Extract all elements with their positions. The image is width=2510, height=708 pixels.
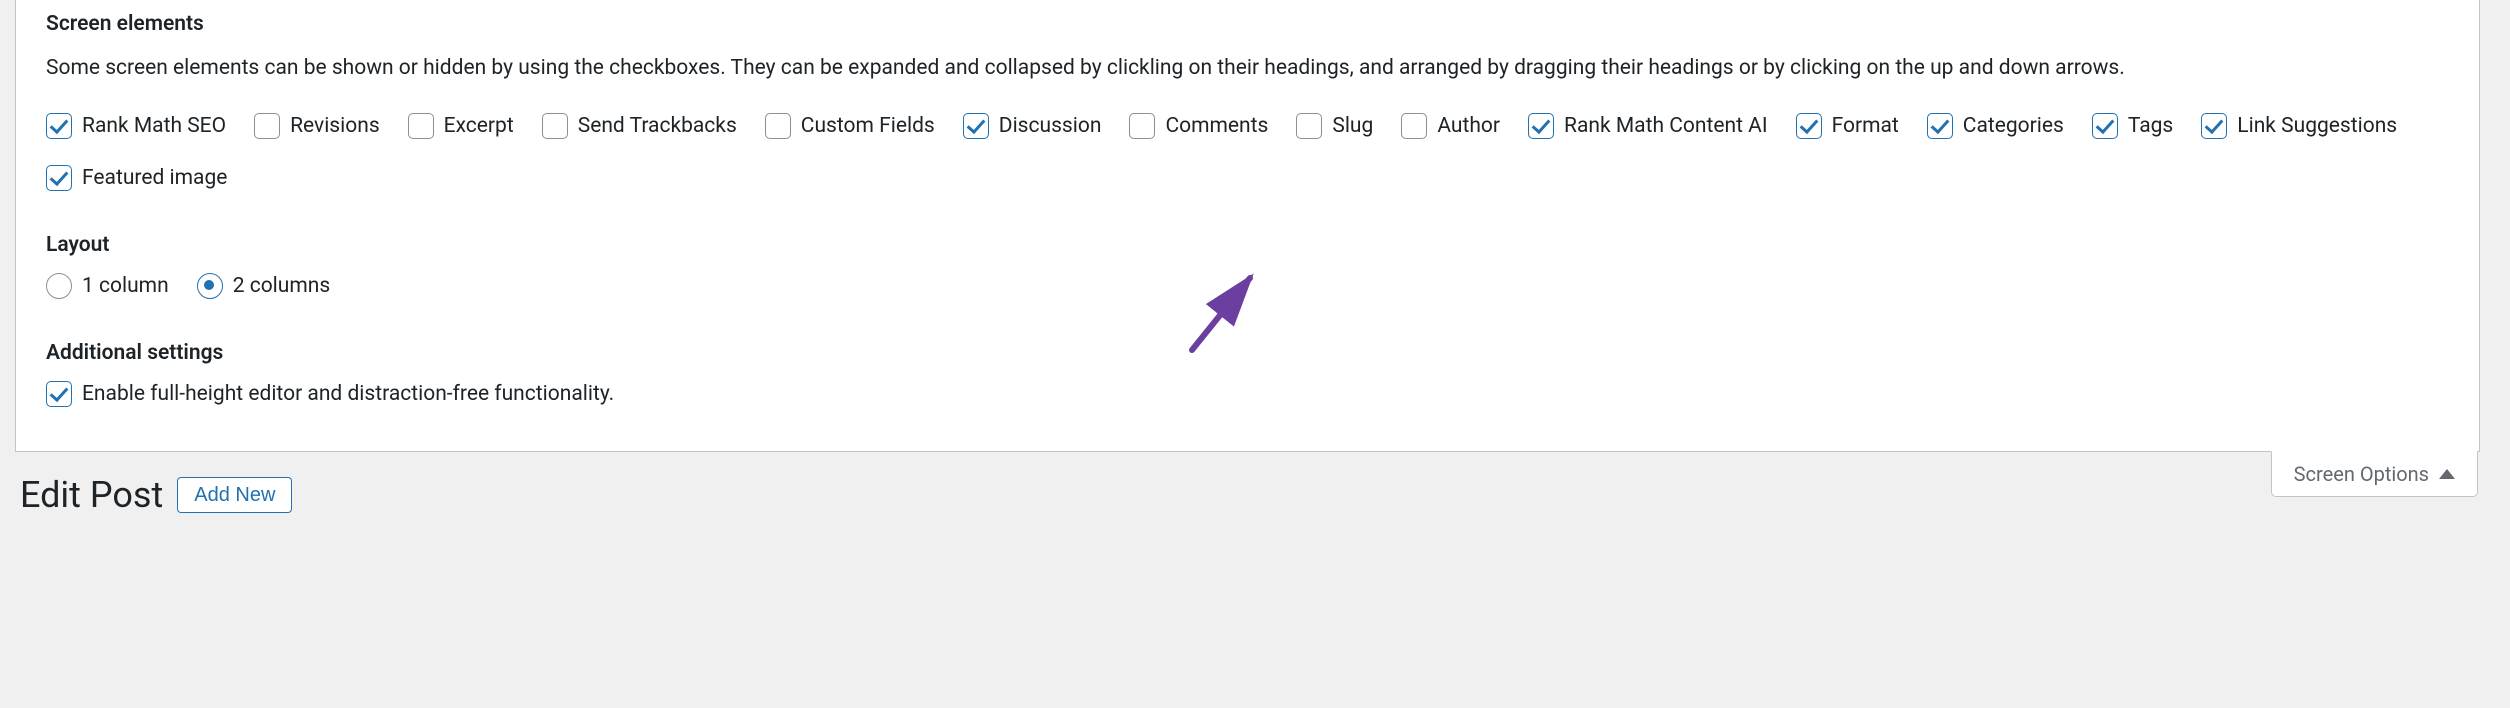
rank-math-seo-checkbox[interactable] <box>46 113 72 139</box>
checkbox-option-comments[interactable]: Comments <box>1129 113 1268 139</box>
discussion-checkbox[interactable] <box>963 113 989 139</box>
checkbox-option-revisions[interactable]: Revisions <box>254 113 380 139</box>
layout-option-1-column[interactable]: 1 column <box>46 273 169 299</box>
comments-checkbox[interactable] <box>1129 113 1155 139</box>
checkbox-label: Comments <box>1165 114 1268 138</box>
checkbox-label: Categories <box>1963 114 2064 138</box>
additional-settings-heading: Additional settings <box>46 313 2449 381</box>
checkbox-option-rank-math-seo[interactable]: Rank Math SEO <box>46 113 226 139</box>
rank-math-content-ai-checkbox[interactable] <box>1528 113 1554 139</box>
layout-option-2-column[interactable]: 2 columns <box>197 273 331 299</box>
author-checkbox[interactable] <box>1401 113 1427 139</box>
checkbox-option-slug[interactable]: Slug <box>1296 113 1373 139</box>
checkbox-label: Excerpt <box>444 114 514 138</box>
checkbox-label: Slug <box>1332 114 1373 138</box>
checkbox-label: Format <box>1832 114 1899 138</box>
excerpt-checkbox[interactable] <box>408 113 434 139</box>
send-trackbacks-checkbox[interactable] <box>542 113 568 139</box>
checkbox-option-link-suggestions[interactable]: Link Suggestions <box>2201 113 2397 139</box>
screen-elements-checkbox-group: Rank Math SEO Revisions Excerpt Send Trackb… <box>46 113 2449 205</box>
screen-options-panel: Screen elements Some screen elements can… <box>15 0 2480 452</box>
checkbox-label: Revisions <box>290 114 380 138</box>
custom-fields-checkbox[interactable] <box>765 113 791 139</box>
checkbox-label: Rank Math Content AI <box>1564 114 1768 138</box>
add-new-button[interactable]: Add New <box>177 477 292 513</box>
featured-image-checkbox[interactable] <box>46 165 72 191</box>
additional-settings-group: Enable full-height editor and distractio… <box>46 381 2449 421</box>
tags-checkbox[interactable] <box>2092 113 2118 139</box>
checkbox-option-format[interactable]: Format <box>1796 113 1899 139</box>
checkbox-label: Tags <box>2128 114 2173 138</box>
checkbox-label: Link Suggestions <box>2237 114 2397 138</box>
layout-heading: Layout <box>46 205 2449 273</box>
chevron-up-icon <box>2439 469 2455 479</box>
format-checkbox[interactable] <box>1796 113 1822 139</box>
checkbox-label: Featured image <box>82 166 227 190</box>
checkbox-option-featured-image[interactable]: Featured image <box>46 165 227 191</box>
link-suggestions-checkbox[interactable] <box>2201 113 2227 139</box>
revisions-checkbox[interactable] <box>254 113 280 139</box>
categories-checkbox[interactable] <box>1927 113 1953 139</box>
checkbox-label: Rank Math SEO <box>82 114 226 138</box>
additional-option-full-height-editor[interactable]: Enable full-height editor and distractio… <box>46 381 614 407</box>
screen-elements-heading: Screen elements <box>46 0 2449 52</box>
checkbox-label: Custom Fields <box>801 114 935 138</box>
checkbox-label: Enable full-height editor and distractio… <box>82 382 614 406</box>
checkbox-option-tags[interactable]: Tags <box>2092 113 2173 139</box>
screen-elements-description: Some screen elements can be shown or hid… <box>46 52 2449 113</box>
full-height-editor-checkbox[interactable] <box>46 381 72 407</box>
layout-radio-group: 1 column 2 columns <box>46 273 2449 313</box>
checkbox-label: Discussion <box>999 114 1102 138</box>
checkbox-option-rank-math-content-ai[interactable]: Rank Math Content AI <box>1528 113 1768 139</box>
radio-label: 1 column <box>82 274 169 298</box>
checkbox-option-custom-fields[interactable]: Custom Fields <box>765 113 935 139</box>
page-header: Screen Options Edit Post Add New <box>0 452 2510 516</box>
checkbox-option-author[interactable]: Author <box>1401 113 1500 139</box>
screen-options-toggle[interactable]: Screen Options <box>2271 451 2478 497</box>
checkbox-label: Send Trackbacks <box>578 114 737 138</box>
slug-checkbox[interactable] <box>1296 113 1322 139</box>
checkbox-option-discussion[interactable]: Discussion <box>963 113 1102 139</box>
checkbox-option-send-trackbacks[interactable]: Send Trackbacks <box>542 113 737 139</box>
checkbox-label: Author <box>1437 114 1500 138</box>
page-title: Edit Post <box>20 474 163 516</box>
checkbox-option-categories[interactable]: Categories <box>1927 113 2064 139</box>
screen-options-toggle-label: Screen Options <box>2294 462 2429 486</box>
checkbox-option-excerpt[interactable]: Excerpt <box>408 113 514 139</box>
radio-label: 2 columns <box>233 274 331 298</box>
layout-radio-1[interactable] <box>46 273 72 299</box>
layout-radio-2[interactable] <box>197 273 223 299</box>
